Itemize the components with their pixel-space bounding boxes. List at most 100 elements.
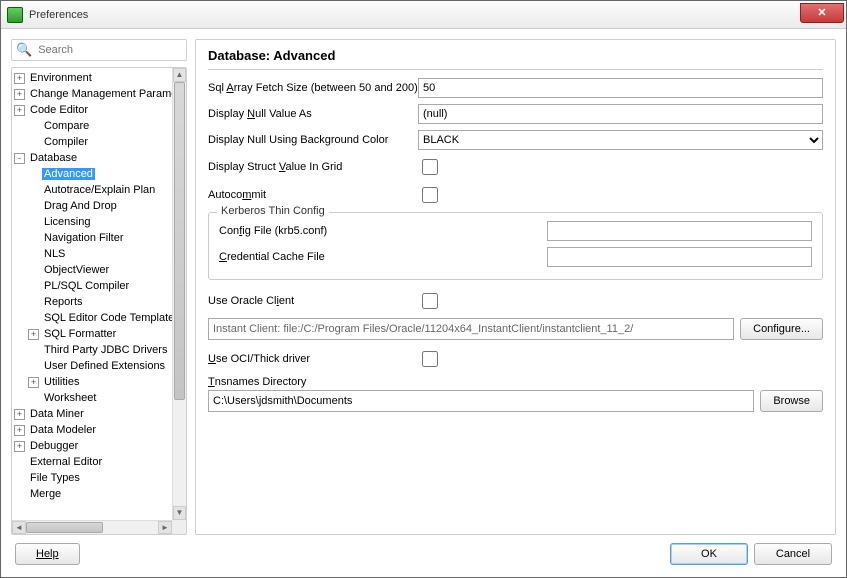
tree-item-label[interactable]: Database [28,152,79,164]
tree-item-label[interactable]: ObjectViewer [42,264,111,276]
tree-item[interactable]: Advanced [14,166,172,182]
title-rule [208,69,823,70]
scroll-down-button[interactable]: ▼ [173,506,186,520]
vscroll-thumb[interactable] [174,82,185,400]
tree-item[interactable]: +Code Editor [14,102,172,118]
browse-button[interactable]: Browse [760,390,823,412]
tree-item-label[interactable]: Code Editor [28,104,90,116]
scroll-up-button[interactable]: ▲ [173,68,186,82]
tree-item-label[interactable]: Utilities [42,376,81,388]
tree-item-label[interactable]: Navigation Filter [42,232,125,244]
tree-item[interactable]: User Defined Extensions [14,358,172,374]
ok-button[interactable]: OK [670,543,748,565]
tree-item[interactable]: +Environment [14,70,172,86]
tree-item[interactable]: Compare [14,118,172,134]
tree-item[interactable]: +Data Modeler [14,422,172,438]
tree-item-label[interactable]: Drag And Drop [42,200,119,212]
tree-item-label[interactable]: Merge [28,488,63,500]
tree-item-label[interactable]: Worksheet [42,392,98,404]
configure-button[interactable]: Configure... [740,318,823,340]
tree-item-label[interactable]: Licensing [42,216,92,228]
scroll-left-button[interactable]: ◄ [12,521,26,534]
tree-item[interactable]: Compiler [14,134,172,150]
hscroll-thumb[interactable] [26,522,103,533]
kerb-config-input[interactable] [547,221,812,241]
tree-item-label[interactable]: SQL Formatter [42,328,118,340]
tree-item-label[interactable]: Compiler [42,136,90,148]
tree-item-label[interactable]: Compare [42,120,91,132]
expand-icon[interactable]: + [28,329,39,340]
help-button[interactable]: Help [15,543,80,565]
fetch-size-input[interactable] [418,78,823,98]
tree-item-label[interactable]: PL/SQL Compiler [42,280,131,292]
tree-item-label[interactable]: SQL Editor Code Templates [42,312,172,324]
tree-item-label[interactable]: Data Miner [28,408,86,420]
expand-icon[interactable]: + [28,377,39,388]
tree-item-label[interactable]: External Editor [28,456,104,468]
tree-item[interactable]: -Database [14,150,172,166]
cancel-button[interactable]: Cancel [754,543,832,565]
search-input[interactable] [36,43,182,57]
expand-icon[interactable]: + [14,441,25,452]
close-button[interactable]: ✕ [800,3,844,23]
oracle-client-input[interactable] [208,318,734,340]
tree-item[interactable]: +Data Miner [14,406,172,422]
expand-icon[interactable]: + [14,105,25,116]
use-oracle-checkbox[interactable] [422,293,438,309]
tree-item[interactable]: +Change Management Parameters [14,86,172,102]
tns-directory-input[interactable] [208,390,754,412]
tree-item-label[interactable]: Third Party JDBC Drivers [42,344,169,356]
tree-item[interactable]: Autotrace/Explain Plan [14,182,172,198]
tree-item[interactable]: Licensing [14,214,172,230]
tree-item[interactable]: +Debugger [14,438,172,454]
scrollbar-corner [172,520,186,534]
null-bg-select[interactable]: BLACK [418,130,823,150]
tree-item[interactable]: NLS [14,246,172,262]
autocommit-label: Autocommit [208,189,418,201]
tree-item-label[interactable]: Data Modeler [28,424,98,436]
search-icon: 🔍 [16,42,32,58]
category-tree: +Environment+Change Management Parameter… [11,67,187,535]
tree-item[interactable]: External Editor [14,454,172,470]
kerb-config-label: Config File (krb5.conf) [219,225,547,237]
tree-item-label[interactable]: Change Management Parameters [28,88,172,100]
autocommit-checkbox[interactable] [422,187,438,203]
tree-item[interactable]: Third Party JDBC Drivers [14,342,172,358]
tree-item-label[interactable]: User Defined Extensions [42,360,167,372]
tree-item[interactable]: Worksheet [14,390,172,406]
tree-item-label[interactable]: Advanced [42,168,95,180]
struct-value-checkbox[interactable] [422,159,438,175]
tree-item-label[interactable]: Reports [42,296,85,308]
null-value-input[interactable] [418,104,823,124]
tree-item[interactable]: File Types [14,470,172,486]
tree-item[interactable]: Merge [14,486,172,502]
tree-item[interactable]: +SQL Formatter [14,326,172,342]
tree-item[interactable]: SQL Editor Code Templates [14,310,172,326]
content-area: 🔍 +Environment+Change Management Paramet… [1,29,846,535]
tree-item[interactable]: PL/SQL Compiler [14,278,172,294]
scroll-right-button[interactable]: ► [158,521,172,534]
tree-item[interactable]: Drag And Drop [14,198,172,214]
expand-icon[interactable]: + [14,89,25,100]
tree-vertical-scrollbar[interactable]: ▲ ▼ [172,68,186,520]
tree-item-label[interactable]: NLS [42,248,67,260]
tns-label: Tnsnames Directory [208,376,418,388]
tree-item-label[interactable]: File Types [28,472,82,484]
expand-icon[interactable]: + [14,409,25,420]
tree-search[interactable]: 🔍 [11,39,187,61]
tree-viewport[interactable]: +Environment+Change Management Parameter… [12,68,172,520]
tree-horizontal-scrollbar[interactable]: ◄ ► [12,520,172,534]
tree-item[interactable]: +Utilities [14,374,172,390]
expand-icon[interactable]: + [14,425,25,436]
kerb-cred-input[interactable] [547,247,812,267]
tree-item[interactable]: Reports [14,294,172,310]
tree-item-label[interactable]: Environment [28,72,94,84]
footer: Help OK Cancel [1,535,846,577]
tree-item-label[interactable]: Debugger [28,440,80,452]
tree-item[interactable]: Navigation Filter [14,230,172,246]
tree-item[interactable]: ObjectViewer [14,262,172,278]
collapse-icon[interactable]: - [14,153,25,164]
tree-item-label[interactable]: Autotrace/Explain Plan [42,184,157,196]
expand-icon[interactable]: + [14,73,25,84]
use-oci-checkbox[interactable] [422,351,438,367]
